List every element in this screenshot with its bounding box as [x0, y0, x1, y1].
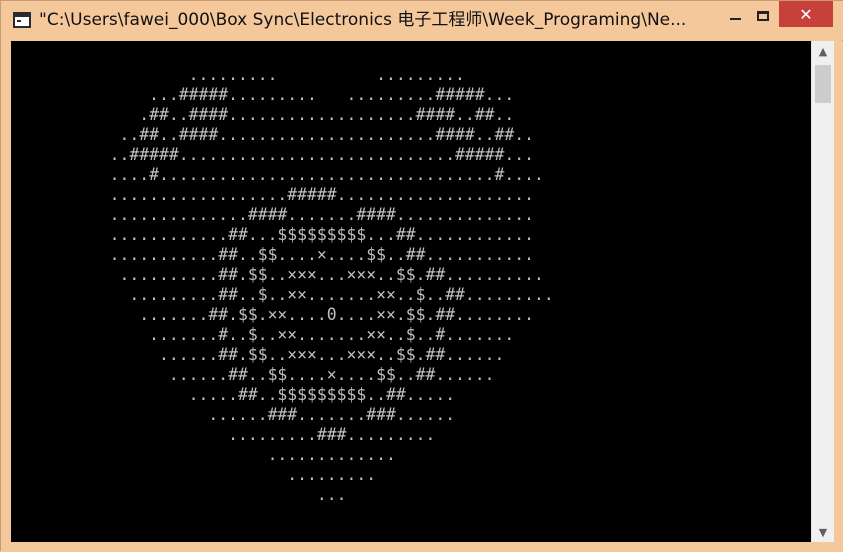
console-line: ..................#####.................… — [11, 185, 535, 204]
console-output-area[interactable]: ......... ......... ...#####......... ..… — [11, 41, 811, 542]
console-line: ...........##..$$....×....$$..##........… — [11, 245, 535, 264]
console-line: ......... — [11, 465, 377, 484]
console-line: ......... ......... — [11, 65, 465, 84]
console-line: .......##.$$.××....0....××.$$.##........ — [11, 305, 535, 324]
console-line: ..#####............................#####… — [11, 145, 535, 164]
console-line: .........##..$..××.......××..$..##......… — [11, 285, 554, 304]
console-line: ... — [11, 485, 347, 504]
console-line: .........###......... — [11, 425, 436, 444]
scroll-up-button[interactable]: ▲ — [812, 41, 834, 61]
console-line: ......##..$$....×....$$..##...... — [11, 365, 495, 384]
console-line: .##..####...................####..##.. — [11, 105, 515, 124]
console-line: ...#####......... .........#####... — [11, 85, 515, 104]
close-button[interactable]: ✕ — [779, 1, 833, 27]
console-line: ............##...$$$$$$$$$...##.........… — [11, 225, 535, 244]
console-line: ....#..................................#… — [11, 165, 544, 184]
console-window: "C:\Users\fawei_000\Box Sync\Electronics… — [0, 0, 843, 552]
window-right-border[interactable] — [834, 41, 843, 552]
console-line: ..##..####......................####..##… — [11, 125, 535, 144]
console-line: ......###.......###...... — [11, 405, 456, 424]
chevron-up-icon: ▲ — [818, 44, 828, 58]
console-line: ............. — [11, 445, 396, 464]
console-app-icon[interactable] — [13, 12, 31, 28]
title-bar[interactable]: "C:\Users\fawei_000\Box Sync\Electronics… — [1, 1, 843, 40]
scroll-thumb[interactable] — [815, 65, 831, 103]
maximize-icon — [757, 11, 769, 21]
chevron-down-icon: ▼ — [818, 525, 828, 539]
console-line: .....##..$$$$$$$$$..##..... — [11, 385, 456, 404]
console-line: .......#..$..××.......××..$..#....... — [11, 325, 515, 344]
console-line: ......##.$$..×××...×××..$$.##...... — [11, 345, 505, 364]
ascii-heart-output: ......... ......... ...#####......... ..… — [11, 65, 811, 505]
console-line: ..........##.$$..×××...×××..$$.##.......… — [11, 265, 544, 284]
minimize-icon — [729, 18, 741, 20]
console-line: ..............####.......####...........… — [11, 205, 535, 224]
window-title: "C:\Users\fawei_000\Box Sync\Electronics… — [39, 10, 687, 30]
minimize-button[interactable] — [721, 1, 749, 31]
maximize-button[interactable] — [749, 1, 777, 31]
scroll-down-button[interactable]: ▼ — [812, 522, 834, 542]
vertical-scrollbar[interactable]: ▲ ▼ — [811, 41, 834, 542]
close-icon: ✕ — [799, 4, 813, 24]
